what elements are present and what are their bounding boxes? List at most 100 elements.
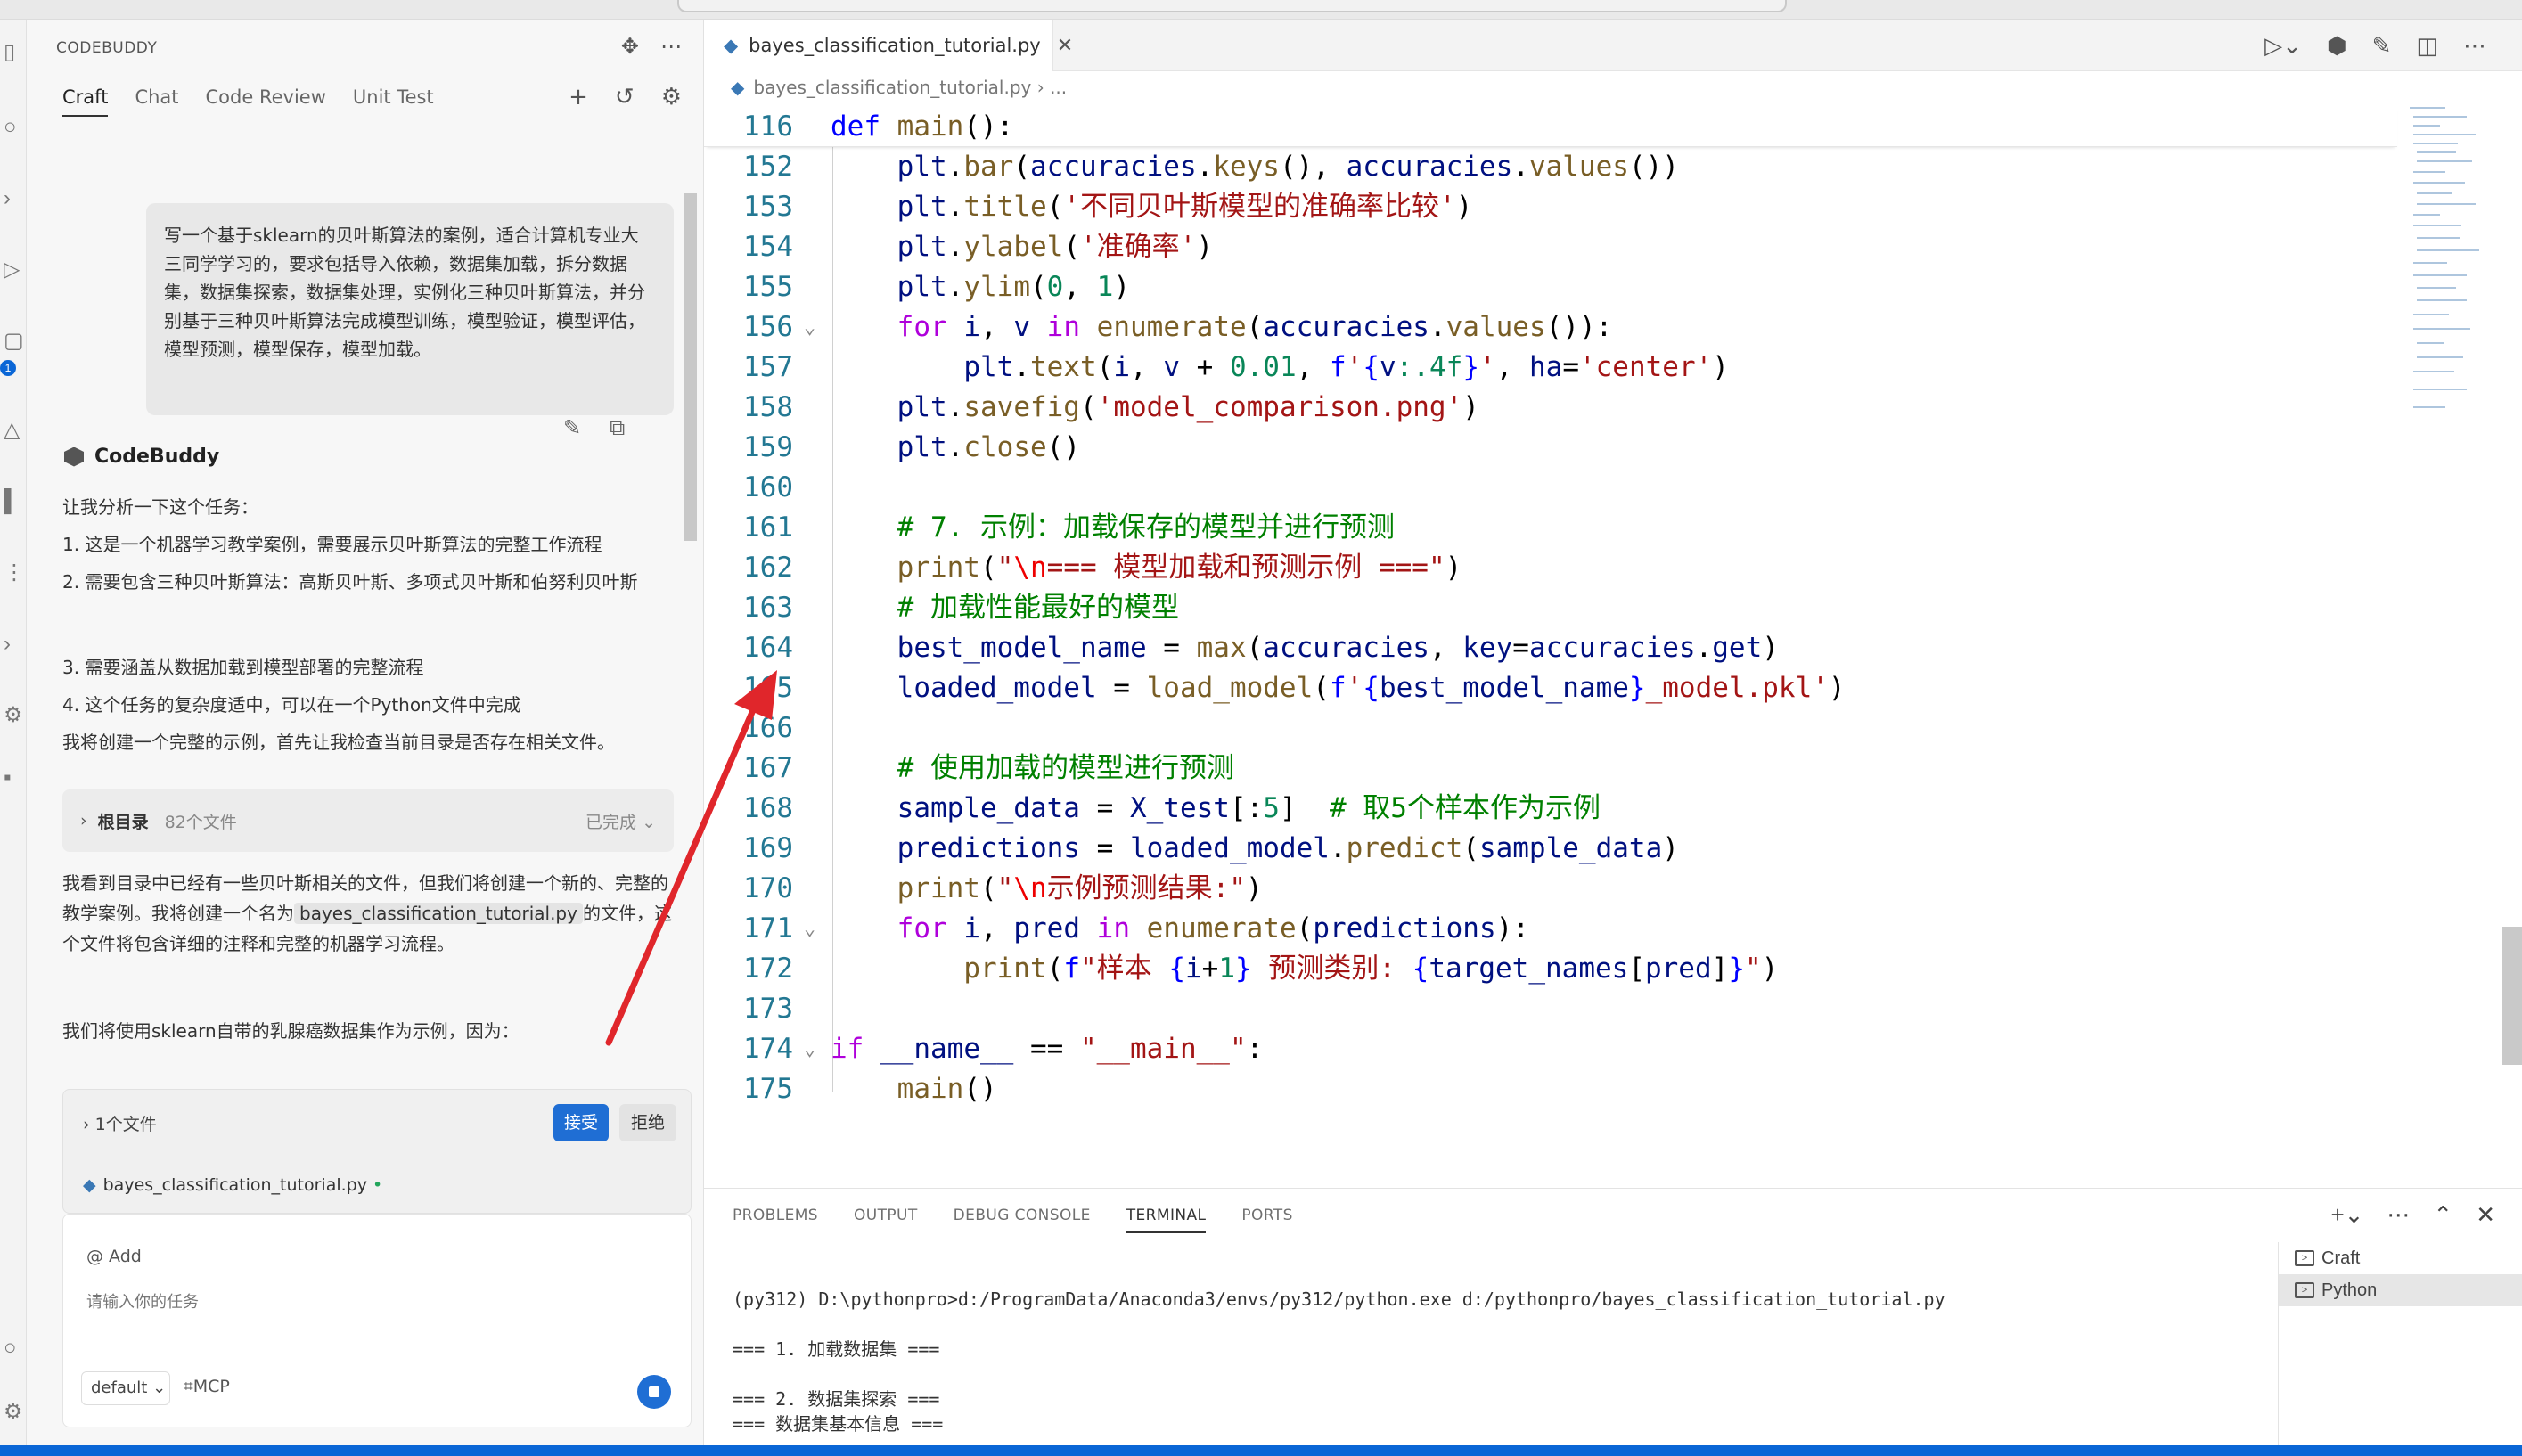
file-count-label[interactable]: › 1个文件 (83, 1111, 157, 1135)
mode-select[interactable]: default ⌄ (81, 1371, 170, 1405)
code-line: 167 # 使用加载的模型进行预测 (743, 752, 1234, 784)
task-input[interactable]: 请输入你的任务 (86, 1289, 199, 1313)
code-line: 156 ⌄ for i, v in enumerate(accuracies.va… (743, 311, 1613, 343)
terminal-item-python[interactable]: > Python (2279, 1274, 2522, 1306)
source-control-icon[interactable]: › (4, 188, 21, 209)
bot-header: CodeBuddy (64, 446, 219, 468)
maximize-panel-icon[interactable]: ⌃ (2433, 1201, 2452, 1229)
changed-file-item[interactable]: ◆ bayes_classification_tutorial.py • (83, 1175, 382, 1195)
tab-output[interactable]: OUTPUT (854, 1207, 918, 1233)
testing-icon[interactable]: ▌ (4, 491, 21, 512)
bottom-panel: PROBLEMS OUTPUT DEBUG CONSOLE TERMINAL P… (704, 1188, 2522, 1447)
code-line: 152 plt.bar(accuracies.keys(), accuracie… (743, 151, 1679, 183)
code-line: 154 plt.ylabel('准确率') (743, 231, 1213, 263)
panel-scrollbar[interactable] (684, 193, 697, 541)
code-line: 171 ⌄ for i, pred in enumerate(prediction… (743, 912, 1529, 945)
mcp-button[interactable]: ⌗MCP (184, 1377, 230, 1396)
editor-actions: ▷⌄ ⬢ ✎ ◫ ⋯ (2264, 32, 2486, 60)
command-center-search[interactable] (677, 0, 1787, 12)
reject-button[interactable]: 拒绝 (619, 1104, 676, 1141)
tab-chat[interactable]: Chat (135, 86, 178, 117)
folder-file-count: 82个文件 (164, 812, 237, 832)
terminal-line: (py312) D:\pythonpro>d:/ProgramData/Anac… (733, 1288, 1945, 1310)
chat-input-box[interactable]: @ Add 请输入你的任务 default ⌄ ⌗MCP (62, 1214, 692, 1427)
dataset-text: 我们将使用sklearn自带的乳腺癌数据集作为示例，因为： (62, 1020, 520, 1042)
bot-name: CodeBuddy (94, 446, 220, 468)
code-line: 168 sample_data = X_test[:5] # 取5个样本作为示例 (743, 792, 1601, 824)
code-line: 155 plt.ylim(0, 1) (743, 271, 1130, 303)
code-line: 174 ⌄ if __name__ == "__main__": (743, 1033, 1264, 1065)
close-panel-icon[interactable]: ✕ (2476, 1201, 2495, 1229)
search-icon[interactable]: ○ (4, 117, 21, 138)
stop-button[interactable] (637, 1375, 671, 1409)
accept-button[interactable]: 接受 (553, 1104, 609, 1141)
more-actions-icon[interactable]: ⋯ (2463, 32, 2486, 60)
history-icon[interactable]: ↺ (615, 84, 635, 110)
extensions-icon[interactable]: ▢ (4, 331, 24, 352)
more-actions-icon[interactable]: ⋯ (2387, 1201, 2410, 1229)
more-actions-icon[interactable]: ⋯ (660, 34, 682, 59)
codebuddy-icon[interactable]: ⚙ (4, 705, 23, 726)
mode-tabs: Craft Chat Code Review Unit Test (62, 86, 434, 117)
settings-gear-icon[interactable]: ⚙ (661, 84, 682, 110)
close-tab-icon[interactable]: ✕ (1057, 35, 1073, 57)
analysis-point: 4. 这个任务的复杂度适中，可以在一个Python文件中完成 (62, 694, 521, 716)
code-line: 157 plt.text(i, v + 0.01, f'{v:.4f}', ha… (743, 351, 1729, 383)
docker-icon[interactable]: ⋮ (4, 562, 25, 584)
account-icon[interactable]: ○ (4, 1337, 21, 1359)
terminal-item-craft[interactable]: > Craft (2279, 1242, 2522, 1274)
chat-icon[interactable]: ▪ (4, 767, 21, 789)
analysis-point: 2. 需要包含三种贝叶斯算法：高斯贝叶斯、多项式贝叶斯和伯努利贝叶斯 (62, 571, 638, 593)
minimap[interactable] (2406, 103, 2486, 424)
terminal-output[interactable]: (py312) D:\pythonpro>d:/ProgramData/Anac… (733, 1287, 1945, 1436)
tab-debug-console[interactable]: DEBUG CONSOLE (954, 1207, 1091, 1233)
code-line: 158 plt.savefig('model_comparison.png') (743, 391, 1479, 423)
editor-tab[interactable]: ◆ bayes_classification_tutorial.py ✕ (704, 20, 1073, 71)
explorer-icon[interactable]: ▯ (4, 42, 21, 63)
drag-handle-icon[interactable]: ✥ (621, 34, 639, 59)
run-debug-icon[interactable]: ▷ (4, 259, 21, 281)
extensions-badge: 1 (0, 360, 16, 376)
edit-pen-icon[interactable]: ✎ (2372, 32, 2392, 60)
tab-unit-test[interactable]: Unit Test (353, 86, 434, 117)
codebuddy-panel: CODEBUDDY ✥ ⋯ Craft Chat Code Review Uni… (27, 20, 704, 1445)
run-icon[interactable]: ▷⌄ (2264, 32, 2302, 60)
edit-icon[interactable]: ✎ (563, 415, 581, 440)
outline-icon[interactable]: › (4, 634, 21, 655)
tab-terminal[interactable]: TERMINAL (1126, 1207, 1207, 1233)
remote-icon[interactable]: △ (4, 420, 21, 441)
code-line: 175 main() (743, 1073, 997, 1105)
folder-scan-result[interactable]: › 根目录 82个文件 已完成 ⌄ (62, 789, 674, 852)
analysis-point: 3. 需要涵盖从数据加载到模型部署的完整流程 (62, 657, 424, 678)
codebuddy-action-icon[interactable]: ⬢ (2327, 32, 2347, 60)
tab-problems[interactable]: PROBLEMS (733, 1207, 818, 1233)
editor-scrollbar[interactable] (2502, 927, 2522, 1065)
editor-tabbar: ◆ bayes_classification_tutorial.py ✕ ▷⌄ … (704, 20, 2522, 71)
tab-code-review[interactable]: Code Review (206, 86, 326, 117)
plan-text: 我将创建一个完整的示例，首先让我检查当前目录是否存在相关文件。 (62, 732, 615, 753)
new-terminal-icon[interactable]: +⌄ (2330, 1201, 2363, 1229)
copy-icon[interactable]: ⧉ (610, 415, 625, 440)
new-chat-icon[interactable]: + (569, 84, 588, 110)
python-file-icon: ◆ (83, 1175, 96, 1195)
code-line: 172 print(f"样本 {i+1} 预测类别: {target_names… (743, 953, 1779, 985)
breadcrumb[interactable]: ◆ bayes_classification_tutorial.py › ... (731, 77, 1067, 98)
code-editor[interactable]: 116 def main(): 152 plt.bar(accuracies.ke… (704, 107, 2402, 1185)
message-actions: ✎ ⧉ (563, 415, 625, 440)
terminal-line: === 2. 数据集探索 === (733, 1388, 940, 1410)
code-line: 173 (743, 993, 793, 1025)
code-line: 160 (743, 471, 793, 503)
terminal-icon: > (2295, 1282, 2314, 1298)
add-context-button[interactable]: @ Add (86, 1247, 142, 1266)
code-line: 163 # 加载性能最好的模型 (743, 592, 1179, 624)
followup-text: 我看到目录中已经有一些贝叶斯相关的文件，但我们将创建一个新的、完整的教学案例。我… (62, 872, 672, 954)
inline-filename[interactable]: bayes_classification_tutorial.py (294, 903, 583, 924)
split-editor-icon[interactable]: ◫ (2416, 32, 2438, 60)
tab-craft[interactable]: Craft (62, 86, 109, 117)
code-line: 161 # 7. 示例：加载保存的模型并进行预测 (743, 511, 1395, 544)
manage-gear-icon[interactable]: ⚙ (4, 1402, 23, 1423)
code-line: 164 best_model_name = max(accuracies, ke… (743, 632, 1779, 664)
tab-ports[interactable]: PORTS (1241, 1207, 1292, 1233)
status-bar (0, 1445, 2522, 1456)
